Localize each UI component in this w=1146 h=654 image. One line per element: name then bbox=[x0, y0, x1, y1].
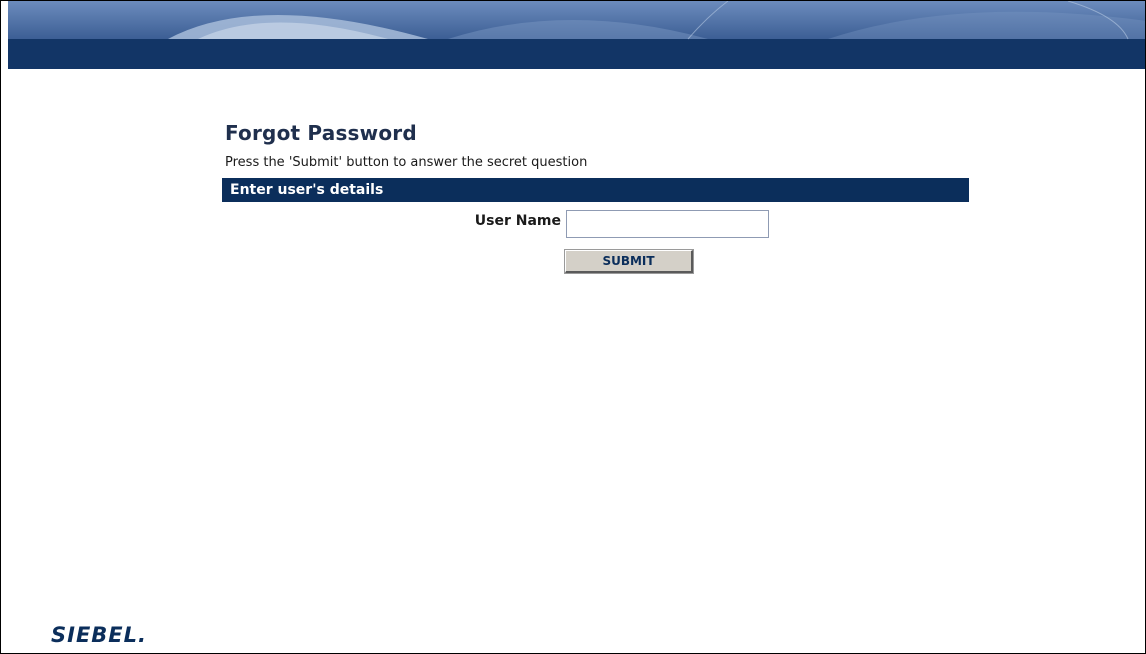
banner-graphic bbox=[8, 1, 1145, 69]
app-window: Forgot Password Press the 'Submit' butto… bbox=[0, 0, 1146, 654]
submit-button[interactable]: SUBMIT bbox=[564, 249, 694, 274]
header-banner bbox=[8, 1, 1145, 69]
siebel-logo: SIEBEL. bbox=[51, 623, 147, 647]
section-header: Enter user's details bbox=[222, 178, 969, 202]
instructions-text: Press the 'Submit' button to answer the … bbox=[225, 155, 588, 170]
username-label: User Name bbox=[474, 213, 561, 229]
page-title: Forgot Password bbox=[225, 121, 417, 145]
username-input[interactable] bbox=[566, 210, 769, 238]
